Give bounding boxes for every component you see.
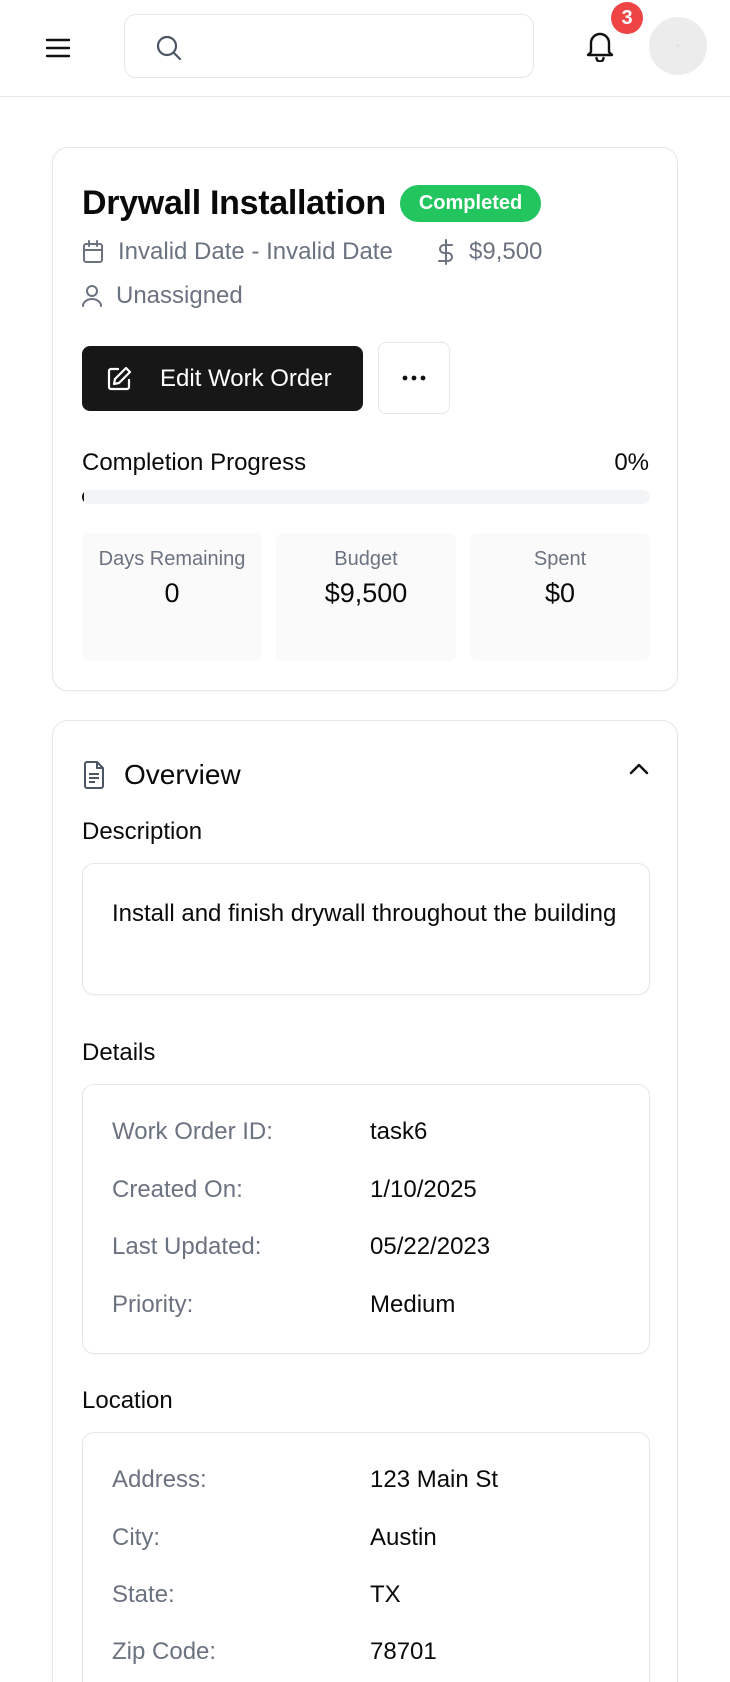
date-range: Invalid Date - Invalid Date xyxy=(82,238,393,266)
search-icon xyxy=(156,35,182,61)
description-box: Install and finish drywall throughout th… xyxy=(82,863,650,995)
more-icon xyxy=(402,375,426,381)
work-order-card: Drywall Installation Completed Invalid D… xyxy=(52,147,678,691)
detail-key: Created On: xyxy=(112,1176,243,1203)
detail-value: Medium xyxy=(370,1291,456,1318)
location-key: Address: xyxy=(112,1466,207,1493)
document-icon xyxy=(84,761,104,789)
details-label: Details xyxy=(82,1039,156,1066)
edit-work-order-label: Edit Work Order xyxy=(160,364,332,392)
stat-label: Budget xyxy=(334,548,398,570)
location-key: City: xyxy=(112,1524,160,1551)
detail-value: 05/22/2023 xyxy=(370,1233,491,1260)
location-key: Zip Code: xyxy=(112,1638,217,1665)
detail-key: Work Order ID: xyxy=(112,1118,273,1145)
description-text: Install and finish drywall throughout th… xyxy=(112,900,617,927)
location-value: 123 Main St xyxy=(370,1466,499,1493)
work-order-title: Drywall Installation xyxy=(82,184,386,222)
user-icon xyxy=(82,285,102,307)
stat-value: 0 xyxy=(164,578,180,608)
search-input[interactable] xyxy=(195,25,515,69)
detail-value: 1/10/2025 xyxy=(370,1176,477,1203)
notifications-button[interactable] xyxy=(582,28,618,64)
description-label: Description xyxy=(82,818,203,845)
stat-value: $0 xyxy=(544,578,576,608)
budget-meta-text: $9,500 xyxy=(469,238,543,265)
top-bar: 3 ◦ xyxy=(0,0,730,97)
menu-icon[interactable] xyxy=(40,30,76,66)
bell-icon xyxy=(586,32,614,62)
location-box: Address: 123 Main St City: Austin State:… xyxy=(82,1432,650,1682)
location-label: Location xyxy=(82,1387,173,1414)
stat-budget: Budget $9,500 xyxy=(276,533,456,661)
stat-spent: Spent $0 xyxy=(470,533,650,661)
location-key: State: xyxy=(112,1581,175,1608)
assignee-text: Unassigned xyxy=(116,282,243,309)
stat-days-remaining: Days Remaining 0 xyxy=(82,533,262,661)
location-value: Austin xyxy=(370,1524,437,1551)
stat-value: $9,500 xyxy=(324,578,408,608)
progress-percent: 0% xyxy=(614,449,649,476)
edit-work-order-button[interactable]: Edit Work Order xyxy=(82,346,363,411)
location-value: 78701 xyxy=(370,1638,437,1665)
overview-title: Overview xyxy=(124,759,241,790)
more-options-button[interactable] xyxy=(378,342,450,414)
detail-value: task6 xyxy=(370,1118,428,1145)
progress-fill xyxy=(82,490,84,504)
progress-label: Completion Progress xyxy=(82,449,307,476)
details-box: Work Order ID: task6 Created On: 1/10/20… xyxy=(82,1084,650,1354)
assignee: Unassigned xyxy=(82,282,243,310)
dollar-icon xyxy=(438,239,453,265)
progress-bar xyxy=(82,490,650,504)
chevron-up-icon xyxy=(629,763,649,775)
notification-count-badge: 3 xyxy=(611,2,643,34)
stat-label: Spent xyxy=(533,548,587,570)
location-value: TX xyxy=(370,1581,401,1608)
overview-toggle[interactable]: Overview xyxy=(82,755,650,795)
stat-label: Days Remaining xyxy=(98,548,246,570)
detail-key: Priority: xyxy=(112,1291,194,1318)
date-range-text: Invalid Date - Invalid Date xyxy=(118,238,393,265)
search-box[interactable] xyxy=(124,14,534,78)
detail-key: Last Updated: xyxy=(112,1233,262,1260)
status-badge: Completed xyxy=(399,185,542,222)
budget-meta: $9,500 xyxy=(437,238,542,266)
calendar-icon xyxy=(83,240,103,263)
avatar[interactable]: ◦ xyxy=(649,17,707,75)
edit-icon xyxy=(107,366,132,390)
overview-card: Overview Description Install and finish … xyxy=(52,720,678,1682)
